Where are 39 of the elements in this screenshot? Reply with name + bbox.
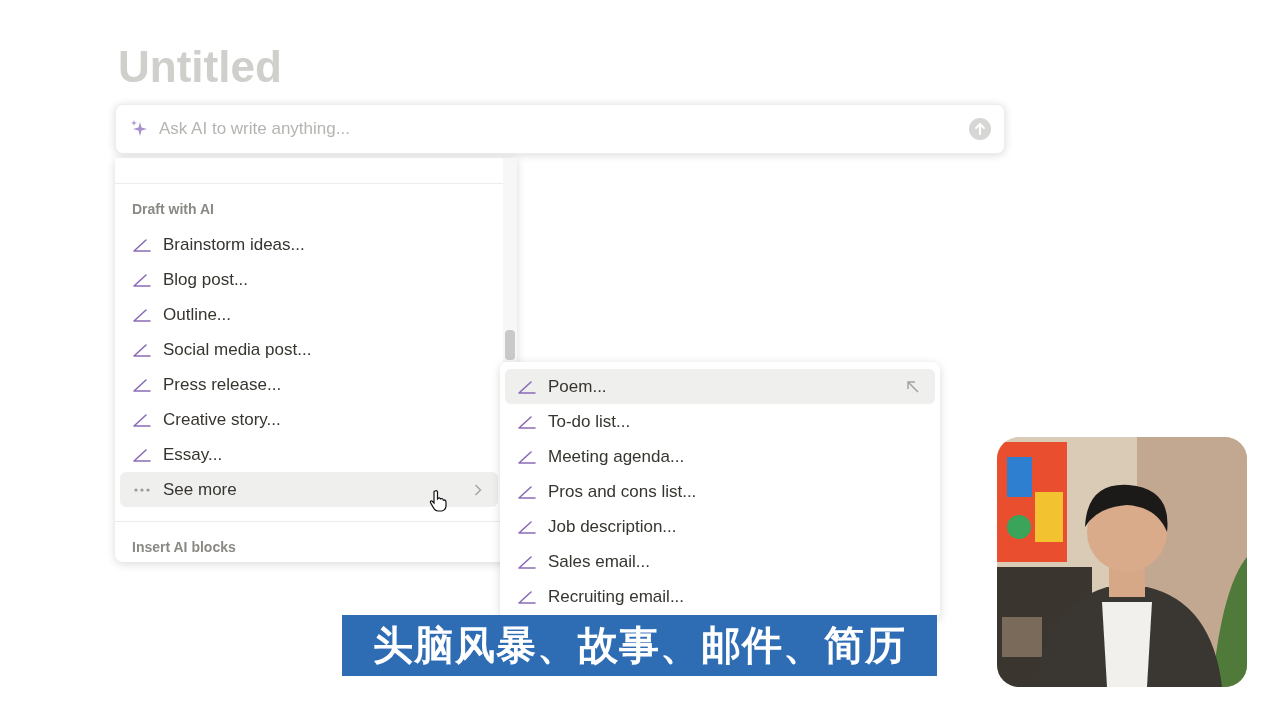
menu-item[interactable]: Creative story...: [120, 402, 498, 437]
pencil-icon: [518, 379, 536, 394]
menu-item[interactable]: Pros and cons list...: [505, 474, 935, 509]
menu-item[interactable]: To-do list...: [505, 404, 935, 439]
more-dots-icon: [133, 487, 151, 492]
menu-item[interactable]: Blog post...: [120, 262, 498, 297]
pencil-icon: [133, 447, 151, 462]
menu-item[interactable]: Outline...: [120, 297, 498, 332]
pencil-icon: [518, 519, 536, 534]
video-subtitle: 头脑风暴、故事、邮件、简历: [342, 615, 937, 676]
menu-item[interactable]: Poem...: [505, 369, 935, 404]
menu-item[interactable]: Brainstorm ideas...: [120, 227, 498, 262]
menu-item[interactable]: Essay...: [120, 437, 498, 472]
ai-prompt-field[interactable]: Ask AI to write anything...: [115, 104, 1005, 154]
menu-item[interactable]: See more: [120, 472, 498, 507]
menu-item[interactable]: Recruiting email...: [505, 579, 935, 614]
pencil-icon: [133, 237, 151, 252]
chevron-right-icon: [474, 483, 482, 496]
scrollbar-thumb[interactable]: [505, 330, 515, 360]
pointer-hand-icon: [429, 489, 449, 513]
section-heading: Insert AI blocks: [132, 538, 236, 557]
section-heading: Draft with AI: [132, 200, 214, 219]
pencil-icon: [133, 377, 151, 392]
pencil-icon: [518, 449, 536, 464]
arrow-up-left-icon: [906, 380, 919, 393]
pencil-icon: [518, 484, 536, 499]
pencil-icon: [133, 272, 151, 287]
pencil-icon: [518, 589, 536, 604]
pencil-icon: [518, 414, 536, 429]
pencil-icon: [133, 342, 151, 357]
menu-item[interactable]: Press release...: [120, 367, 498, 402]
menu-item[interactable]: Social media post...: [120, 332, 498, 367]
pencil-icon: [133, 412, 151, 427]
menu-item[interactable]: Job description...: [505, 509, 935, 544]
menu-item[interactable]: Sales email...: [505, 544, 935, 579]
prompt-input: Ask AI to write anything...: [159, 116, 959, 142]
pencil-icon: [133, 307, 151, 322]
menu-item[interactable]: Meeting agenda...: [505, 439, 935, 474]
pencil-icon: [518, 554, 536, 569]
